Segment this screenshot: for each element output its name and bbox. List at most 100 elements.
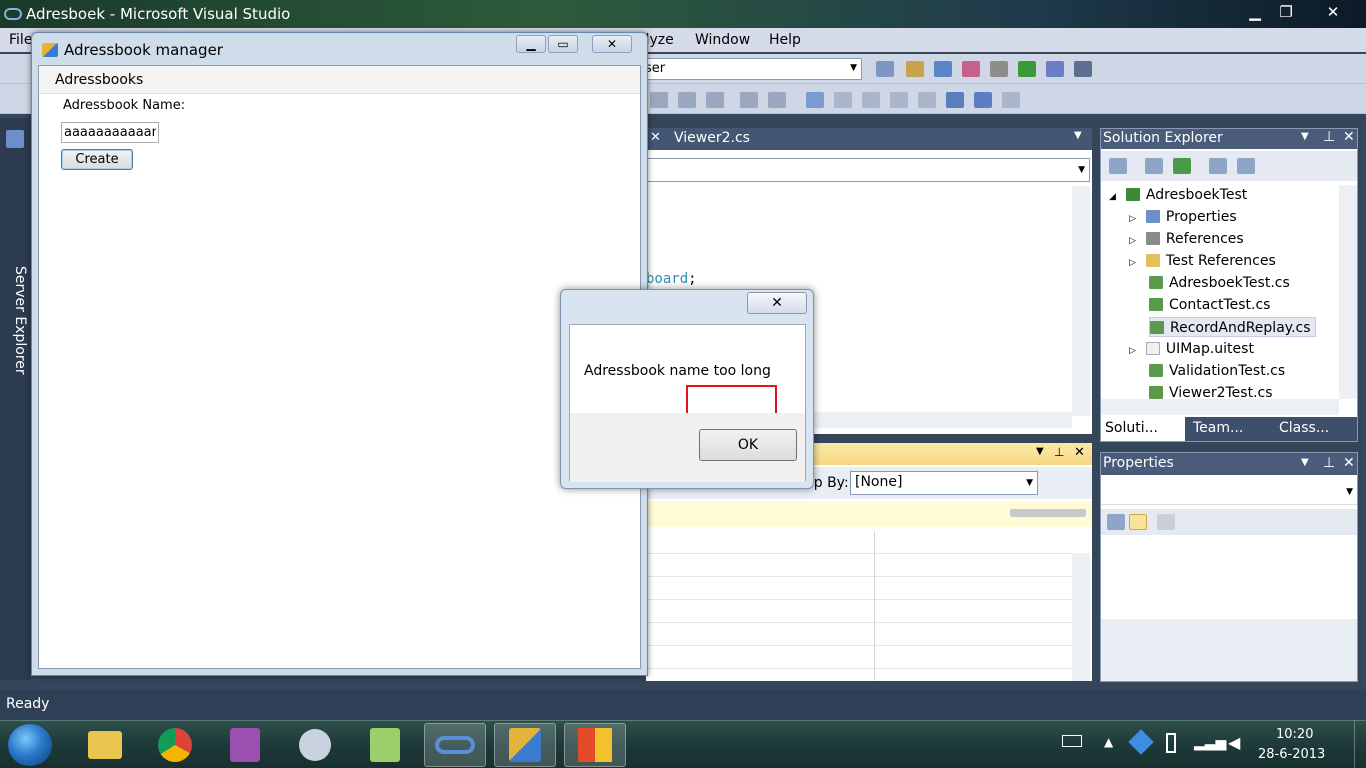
window-taskbar-button[interactable]	[564, 723, 626, 767]
onenote-taskbar-button[interactable]	[214, 723, 276, 767]
tree-item-uimap[interactable]: ▷ UIMap.uitest	[1129, 339, 1254, 359]
expander-icon[interactable]: ▷	[1129, 236, 1136, 246]
solution-horizontal-scrollbar[interactable]	[1101, 399, 1339, 415]
panel-dropdown-icon[interactable]: ▼	[1036, 446, 1044, 457]
vs-maximize-button[interactable]: ❐	[1268, 0, 1304, 24]
class-diagram-icon[interactable]	[1237, 158, 1255, 174]
tab-team[interactable]: Team...	[1189, 417, 1271, 441]
close-panel-icon[interactable]: ✕	[1343, 455, 1355, 471]
ok-button[interactable]: OK	[699, 429, 797, 461]
vs-close-button[interactable]: ✕	[1304, 0, 1362, 24]
tree-item-adresboektest-cs[interactable]: AdresboekTest.cs	[1149, 273, 1290, 293]
properties-icon[interactable]	[906, 61, 924, 77]
clear-bookmarks-icon[interactable]	[1002, 92, 1020, 108]
app-minimize-button[interactable]: ▁	[516, 35, 546, 53]
outdent-icon[interactable]	[678, 92, 696, 108]
expander-icon[interactable]: ▷	[1129, 346, 1136, 356]
object-browser-icon[interactable]	[934, 61, 952, 77]
pin-icon[interactable]: ⊥	[1054, 445, 1064, 459]
pin-icon[interactable]: ⊥	[1323, 129, 1335, 145]
tab-solution[interactable]: Soluti...	[1101, 417, 1185, 441]
prev-bookmark-icon[interactable]	[834, 92, 852, 108]
panel-dropdown-icon[interactable]: ▼	[1301, 457, 1309, 468]
prev-file-bookmark-icon[interactable]	[890, 92, 908, 108]
categorized-icon[interactable]	[1107, 514, 1125, 530]
next-folder-bookmark-icon[interactable]	[974, 92, 992, 108]
pin-icon[interactable]: ⊥	[1323, 455, 1335, 471]
start-page-icon[interactable]	[1018, 61, 1036, 77]
tree-item-recordandreplay-cs[interactable]: RecordAndReplay.cs	[1149, 317, 1316, 337]
close-tab-icon[interactable]: ✕	[650, 130, 661, 145]
snipping-tool-taskbar-button[interactable]	[284, 723, 346, 767]
tree-item-viewer2test-cs[interactable]: Viewer2Test.cs	[1149, 383, 1273, 399]
extension-icon[interactable]	[1046, 61, 1064, 77]
battery-icon[interactable]	[1166, 733, 1176, 753]
visual-studio-taskbar-button[interactable]	[424, 723, 486, 767]
next-file-bookmark-icon[interactable]	[918, 92, 936, 108]
app-taskbar-button[interactable]	[494, 723, 556, 767]
editor-tab[interactable]: Viewer2.cs	[674, 130, 750, 146]
results-scrollbar[interactable]	[1072, 553, 1090, 681]
network-icon[interactable]: ▂▃▅	[1194, 735, 1226, 751]
show-all-files-icon[interactable]	[1145, 158, 1163, 174]
alphabetical-icon[interactable]	[1129, 514, 1147, 530]
dropbox-icon[interactable]	[1128, 729, 1154, 755]
solution-vertical-scrollbar[interactable]	[1339, 185, 1357, 399]
comment-icon[interactable]	[706, 92, 724, 108]
format-icon[interactable]	[768, 92, 786, 108]
show-hidden-icons[interactable]: ▲	[1104, 735, 1113, 749]
user-combo[interactable]: ser ▼	[640, 58, 862, 80]
close-panel-icon[interactable]: ✕	[1074, 445, 1085, 460]
results-grid[interactable]	[646, 531, 1072, 681]
expander-icon[interactable]: ▷	[1129, 214, 1136, 224]
server-explorer-tab[interactable]: Server Explorer	[0, 118, 30, 680]
start-button[interactable]	[8, 724, 52, 766]
clock-date[interactable]: 28-6-2013	[1258, 747, 1325, 762]
tree-item-test-references[interactable]: ▷ Test References	[1129, 251, 1276, 271]
adressbook-name-input[interactable]	[61, 122, 159, 143]
close-panel-icon[interactable]: ✕	[1343, 129, 1355, 145]
tab-class[interactable]: Class...	[1275, 417, 1357, 441]
chrome-taskbar-button[interactable]	[144, 723, 206, 767]
refresh-icon[interactable]	[1173, 158, 1191, 174]
app-close-button[interactable]: ✕	[592, 35, 632, 53]
bookmark-icon[interactable]	[806, 92, 824, 108]
properties-object-combo[interactable]: ▼	[1101, 479, 1357, 505]
indent-icon[interactable]	[650, 92, 668, 108]
volume-icon[interactable]: ◀	[1228, 733, 1240, 752]
expander-icon[interactable]: ◢	[1109, 192, 1116, 202]
expander-icon[interactable]: ▷	[1129, 258, 1136, 268]
find-icon[interactable]	[876, 61, 894, 77]
taskbar: ▲ ▂▃▅ ◀ 10:20 28-6-2013	[0, 720, 1366, 768]
message-close-button[interactable]: ✕	[747, 292, 807, 314]
editor-vertical-scrollbar[interactable]	[1072, 186, 1090, 416]
menu-window[interactable]: Window	[686, 32, 759, 48]
tree-item-adresboektest[interactable]: ◢ AdresboekTest	[1109, 185, 1247, 205]
tools-icon[interactable]	[990, 61, 1008, 77]
next-bookmark-icon[interactable]	[862, 92, 880, 108]
app-maximize-button[interactable]: ▭	[548, 35, 578, 53]
view-code-icon[interactable]	[1209, 158, 1227, 174]
tab-dropdown-icon[interactable]: ▼	[1074, 130, 1082, 141]
member-combo[interactable]: ▼	[646, 158, 1090, 182]
panel-dropdown-icon[interactable]: ▼	[1301, 131, 1309, 142]
create-button[interactable]: Create	[61, 149, 133, 170]
keyboard-icon[interactable]	[1062, 735, 1082, 747]
uncomment-icon[interactable]	[740, 92, 758, 108]
tab-adressbooks[interactable]: Adressbooks	[55, 72, 143, 88]
tree-item-contacttest-cs[interactable]: ContactTest.cs	[1149, 295, 1270, 315]
menu-help[interactable]: Help	[760, 32, 810, 48]
properties-icon[interactable]	[1109, 158, 1127, 174]
tree-item-references[interactable]: ▷ References	[1129, 229, 1244, 249]
property-pages-icon[interactable]	[1157, 514, 1175, 530]
tree-item-properties[interactable]: ▷ Properties	[1129, 207, 1237, 227]
show-desktop-button[interactable]	[1354, 721, 1366, 768]
prev-folder-bookmark-icon[interactable]	[946, 92, 964, 108]
explorer-taskbar-button[interactable]	[74, 723, 136, 767]
notepad-taskbar-button[interactable]	[354, 723, 416, 767]
window-icon[interactable]	[1074, 61, 1092, 77]
toolbox-icon[interactable]	[962, 61, 980, 77]
group-by-combo[interactable]: [None] ▼	[850, 471, 1038, 495]
clock-time[interactable]: 10:20	[1276, 727, 1313, 742]
tree-item-validationtest-cs[interactable]: ValidationTest.cs	[1149, 361, 1285, 381]
